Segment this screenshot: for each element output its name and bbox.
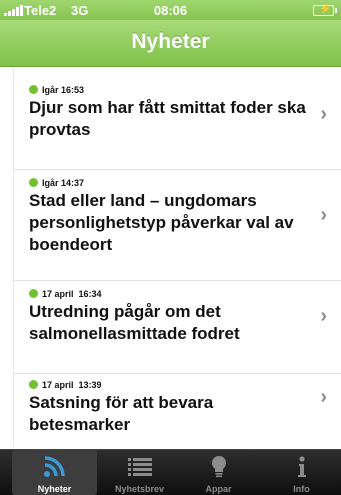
new-indicator-dot [29, 380, 38, 389]
chevron-right-icon: › [320, 204, 327, 226]
news-time: 16:34 [78, 289, 102, 299]
new-indicator-dot [29, 289, 38, 298]
tab-label: Nyhetsbrev [114, 484, 165, 494]
news-headline: Stad eller land – ungdomars personlighet… [29, 191, 294, 254]
tab-appar[interactable]: Appar [176, 450, 261, 495]
battery-icon: ⚡ [313, 4, 337, 16]
new-indicator-dot [29, 85, 38, 94]
news-item[interactable]: Igår 14:37 Stad eller land – ungdomars p… [13, 170, 341, 281]
news-list[interactable]: Igår 16:53 Djur som har fått smittat fod… [13, 67, 341, 447]
status-bar: Tele2 3G 08:06 ⚡ [0, 0, 341, 20]
info-icon [259, 454, 341, 480]
list-icon [97, 454, 182, 480]
tab-label: Appar [205, 484, 232, 494]
chevron-right-icon: › [320, 386, 327, 408]
news-meta: 17 april 16:34 [29, 289, 102, 299]
news-headline: Satsning för att bevara betesmarker [29, 393, 214, 434]
tab-label: Nyheter [37, 484, 72, 494]
tab-info[interactable]: Info [259, 450, 341, 495]
news-meta: 17 april 13:39 [29, 380, 102, 390]
news-headline: Utredning pågår om det salmonellasmittad… [29, 302, 240, 343]
news-item[interactable]: 17 april 16:34 Utredning pågår om det sa… [13, 281, 341, 374]
news-time: 14:37 [61, 178, 85, 188]
news-date: Igår [42, 178, 59, 188]
news-meta: Igår 14:37 [29, 178, 84, 188]
rss-icon [12, 454, 97, 480]
tab-bar: Nyheter Nyhetsbrev Appar Info [0, 449, 341, 495]
news-time: 16:53 [61, 85, 85, 95]
new-indicator-dot [29, 178, 38, 187]
page-title: Nyheter [131, 30, 210, 53]
news-time: 13:39 [78, 380, 102, 390]
news-item[interactable]: Igår 16:53 Djur som har fått smittat fod… [13, 67, 341, 170]
news-meta: Igår 16:53 [29, 85, 84, 95]
news-date: 17 april [42, 289, 74, 299]
navigation-bar: Nyheter [0, 20, 341, 67]
tab-label: Info [293, 484, 310, 494]
status-time: 08:06 [153, 3, 188, 18]
news-headline: Djur som har fått smittat foder ska prov… [29, 98, 306, 139]
tab-nyheter[interactable]: Nyheter [12, 450, 97, 495]
news-date: Igår [42, 85, 59, 95]
news-date: 17 april [42, 380, 74, 390]
lightbulb-icon [176, 454, 261, 480]
news-item[interactable]: 17 april 13:39 Satsning för att bevara b… [13, 374, 341, 447]
chevron-right-icon: › [320, 103, 327, 125]
chevron-right-icon: › [320, 305, 327, 327]
tab-nyhetsbrev[interactable]: Nyhetsbrev [97, 450, 182, 495]
